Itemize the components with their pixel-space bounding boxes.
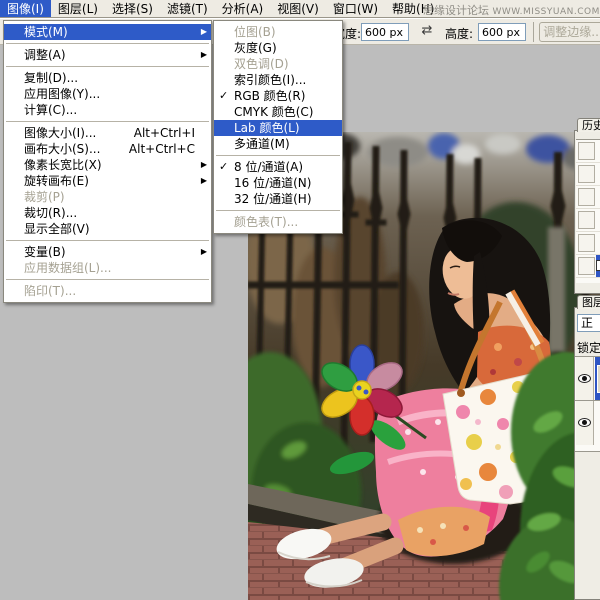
history-source-checkbox[interactable] — [578, 211, 595, 229]
bag-grommet — [457, 389, 465, 397]
menubar-item-window[interactable]: 窗口(W) — [326, 0, 385, 17]
menu-item-canvas-size[interactable]: 画布大小(S)...Alt+Ctrl+C — [4, 141, 211, 157]
menu-separator — [6, 66, 209, 67]
history-state[interactable] — [576, 232, 600, 255]
check-icon — [219, 88, 233, 104]
eye-icon — [578, 418, 591, 427]
menu-item-reveal-all[interactable]: 显示全部(V) — [4, 221, 211, 237]
watermark-text: 思缘设计论坛 — [423, 4, 489, 17]
menu-separator — [6, 121, 209, 122]
menubar-item-analysis[interactable]: 分析(A) — [215, 0, 271, 17]
history-state-icon — [596, 260, 600, 271]
layer-row-selected[interactable] — [575, 357, 600, 401]
menu-item-duplicate[interactable]: 复制(D)... — [4, 70, 211, 86]
history-source-checkbox[interactable] — [578, 234, 595, 252]
submenu-arrow-icon — [201, 244, 207, 260]
menu-separator — [216, 155, 340, 156]
menubar-item-filter[interactable]: 滤镜(T) — [160, 0, 215, 17]
history-state[interactable] — [576, 209, 600, 232]
shortcut-label: Alt+Ctrl+I — [124, 125, 195, 141]
menu-item-duotone: 双色调(D) — [214, 56, 342, 72]
menu-item-variables[interactable]: 变量(B) — [4, 244, 211, 260]
history-state[interactable] — [576, 140, 600, 163]
history-state[interactable] — [576, 163, 600, 186]
menu-separator — [6, 279, 209, 280]
menu-item-apply-image[interactable]: 应用图像(Y)... — [4, 86, 211, 102]
image-menu-dropdown: 模式(M) 调整(A) 复制(D)... 应用图像(Y)... 计算(C)...… — [3, 20, 212, 303]
blend-mode-dropdown[interactable]: 正常 — [577, 314, 600, 332]
menu-item-grayscale[interactable]: 灰度(G) — [214, 40, 342, 56]
history-states-list — [576, 139, 600, 283]
menu-separator — [216, 210, 340, 211]
menu-item-rotate-canvas[interactable]: 旋转画布(E) — [4, 173, 211, 189]
menu-item-rgb-color[interactable]: RGB 颜色(R) — [214, 88, 342, 104]
history-state[interactable] — [576, 186, 600, 209]
swap-dimensions-icon[interactable] — [418, 23, 436, 39]
menubar-item-layer[interactable]: 图层(L) — [51, 0, 105, 17]
menu-item-adjustments[interactable]: 调整(A) — [4, 47, 211, 63]
history-state-selected[interactable] — [576, 255, 600, 278]
menu-item-apply-data-set: 应用数据组(L)... — [4, 260, 211, 276]
watermark-url: WWW.MISSYUAN.COM — [493, 7, 600, 17]
menu-item-lab-color[interactable]: Lab 颜色(L) — [214, 120, 342, 136]
menu-item-image-size[interactable]: 图像大小(I)...Alt+Ctrl+I — [4, 125, 211, 141]
menu-item-cmyk-color[interactable]: CMYK 颜色(C) — [214, 104, 342, 120]
menu-item-bitmap: 位图(B) — [214, 24, 342, 40]
history-source-checkbox[interactable] — [578, 165, 595, 183]
layer-visibility-toggle[interactable] — [576, 357, 594, 400]
menu-item-crop: 裁剪(P) — [4, 189, 211, 205]
submenu-arrow-icon — [201, 24, 207, 40]
height-input[interactable] — [478, 23, 526, 41]
menu-item-trap: 陷印(T)... — [4, 283, 211, 299]
layer-visibility-toggle[interactable] — [576, 401, 594, 445]
eye-icon — [578, 374, 591, 383]
check-icon — [219, 159, 233, 175]
menu-item-calculations[interactable]: 计算(C)... — [4, 102, 211, 118]
menu-separator — [6, 240, 209, 241]
menu-item-32-bits[interactable]: 32 位/通道(H) — [214, 191, 342, 207]
submenu-arrow-icon — [201, 157, 207, 173]
menu-separator — [6, 43, 209, 44]
lock-label: 锁定 — [577, 339, 600, 356]
menu-item-16-bits[interactable]: 16 位/通道(N) — [214, 175, 342, 191]
menu-item-mode[interactable]: 模式(M) — [4, 24, 211, 40]
history-source-checkbox[interactable] — [578, 257, 595, 275]
layers-panel: 图层 正常 锁定 — [574, 307, 600, 600]
options-separator — [533, 22, 534, 42]
menu-item-pixel-aspect-ratio[interactable]: 像素长宽比(X) — [4, 157, 211, 173]
submenu-arrow-icon — [201, 47, 207, 63]
menu-item-8-bits[interactable]: 8 位/通道(A) — [214, 159, 342, 175]
refine-edge-button[interactable]: 调整边缘... — [539, 22, 600, 42]
menu-item-trim[interactable]: 裁切(R)... — [4, 205, 211, 221]
layer-row[interactable] — [575, 401, 600, 445]
menubar-item-view[interactable]: 视图(V) — [270, 0, 326, 17]
menu-item-indexed-color[interactable]: 索引颜色(I)... — [214, 72, 342, 88]
shortcut-label: Alt+Ctrl+C — [119, 141, 195, 157]
menubar-item-image[interactable]: 图像(I) — [0, 0, 51, 17]
watermark: 思缘设计论坛 WWW.MISSYUAN.COM — [423, 2, 600, 18]
history-source-checkbox[interactable] — [578, 142, 595, 160]
history-source-checkbox[interactable] — [578, 188, 595, 206]
menu-item-multichannel[interactable]: 多通道(M) — [214, 136, 342, 152]
layers-panel-tab[interactable]: 图层 — [577, 295, 600, 309]
mode-submenu: 位图(B) 灰度(G) 双色调(D) 索引颜色(I)... RGB 颜色(R) … — [213, 20, 343, 234]
flower-center — [353, 381, 371, 399]
history-panel-tab[interactable]: 历史 — [577, 118, 600, 132]
submenu-arrow-icon — [201, 173, 207, 189]
width-input[interactable] — [361, 23, 409, 41]
menubar-item-select[interactable]: 选择(S) — [105, 0, 160, 17]
history-panel: 历史 — [574, 130, 600, 294]
height-label: 高度: — [445, 25, 473, 42]
fence-post — [548, 227, 565, 352]
layers-list — [575, 356, 600, 452]
menu-item-color-table: 颜色表(T)... — [214, 214, 342, 230]
